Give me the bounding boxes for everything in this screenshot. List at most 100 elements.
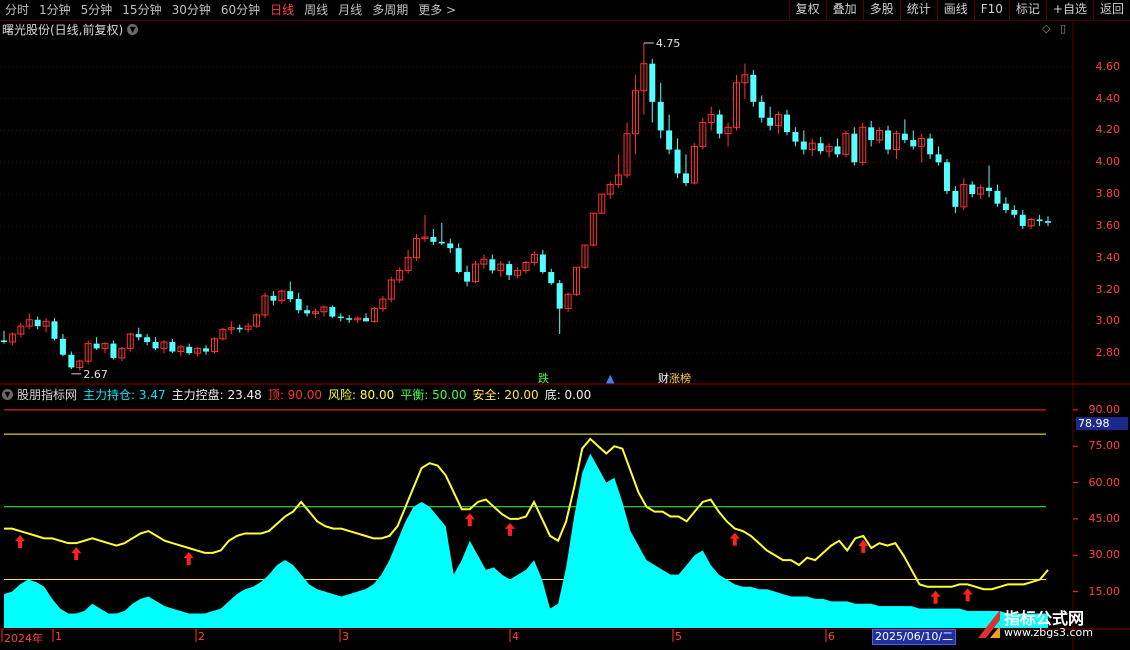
price-tick: 4.60 <box>1095 59 1121 73</box>
candle-body <box>935 154 942 163</box>
candle-body <box>152 342 159 349</box>
signal-up-arrow-icon: ▲ <box>606 372 615 385</box>
watermark: 指标公式网 www.zbgs3.com <box>976 604 1126 646</box>
candle-body <box>506 264 513 276</box>
candle-body <box>110 343 117 358</box>
indicator-tick: 90.00 <box>1088 402 1121 416</box>
low-label: 2.67 <box>83 368 108 381</box>
candle-body <box>236 327 243 330</box>
buy-arrow-icon <box>464 513 475 527</box>
indicator-tick: 75.00 <box>1088 439 1121 453</box>
buy-arrow-icon <box>729 532 740 546</box>
candle-body <box>986 187 993 191</box>
candle-body <box>34 319 41 327</box>
candle-body <box>927 138 934 155</box>
indicator-values: 主力持仓: 3.47 主力控盘: 23.48 顶: 90.00 风险: 80.00 平衡… <box>83 386 597 403</box>
candle-body <box>716 114 723 134</box>
indicator-tick: 45.00 <box>1088 511 1121 525</box>
candle-body <box>144 337 151 343</box>
watermark-url: www.zbgs3.com <box>1004 626 1093 639</box>
indicator-name: 股朋指标网 <box>17 387 78 402</box>
candle-body <box>674 149 681 174</box>
candle-body <box>767 117 774 126</box>
candle-body <box>548 272 555 284</box>
indicator-item-3: 风险: 80.00 <box>328 387 395 402</box>
candle-body <box>1036 219 1043 222</box>
buy-arrow-icon <box>930 590 941 604</box>
indicator-tick: 60.00 <box>1088 475 1121 489</box>
candle-body <box>51 321 58 339</box>
candle-body <box>270 295 277 301</box>
candle-body <box>186 346 193 354</box>
candle-body <box>758 101 765 118</box>
price-tick: 3.00 <box>1095 314 1121 328</box>
buy-arrow-icon <box>962 588 973 602</box>
candle-body <box>784 114 790 133</box>
candle-body <box>287 291 294 300</box>
price-tick: 4.20 <box>1095 123 1121 137</box>
candle-body <box>666 130 673 150</box>
candle-body <box>464 272 471 282</box>
candle-body <box>430 237 437 242</box>
candle-body <box>489 259 496 271</box>
time-tick: 6 <box>828 630 835 643</box>
candle-body <box>1011 210 1018 215</box>
candle-body <box>1 340 7 343</box>
chevron-down-icon[interactable]: ▼ <box>2 388 13 400</box>
candle-body <box>682 173 689 183</box>
candle-body <box>885 130 892 150</box>
candle-body <box>295 299 302 311</box>
candle-body <box>851 133 858 163</box>
candle-body <box>649 63 656 102</box>
indicator-item-5: 安全: 20.00 <box>472 387 539 402</box>
candle-body <box>59 338 66 355</box>
candle-body <box>1019 214 1026 226</box>
candle-body <box>1045 221 1051 223</box>
candle-body <box>952 190 959 207</box>
candle-body <box>994 190 1001 204</box>
time-tick: 2 <box>198 630 205 643</box>
signal-die: 跌 <box>538 372 549 385</box>
candle-body <box>363 318 370 322</box>
signal-zhangbang-label: 涨榜 <box>669 372 691 385</box>
price-tick: 3.40 <box>1095 250 1121 264</box>
candle-body <box>135 334 142 338</box>
time-tick: 5 <box>675 630 682 643</box>
candle-body <box>169 342 176 352</box>
candle-body <box>792 132 799 142</box>
time-tick: 4 <box>512 630 519 643</box>
buy-arrow-icon <box>183 552 194 566</box>
candle-body <box>800 141 807 150</box>
holding-area <box>4 453 1048 628</box>
indicator-tick: 30.00 <box>1088 548 1121 562</box>
candle-body <box>750 74 757 102</box>
indicator-item-4: 平衡: 50.00 <box>400 387 467 402</box>
candle-body <box>817 143 824 152</box>
time-tick: 3 <box>342 630 349 643</box>
candle-body <box>438 241 445 244</box>
price-tick: 3.20 <box>1095 282 1121 296</box>
signal-prefix: 财 <box>658 372 669 385</box>
price-tick: 4.00 <box>1095 155 1121 169</box>
control-line <box>4 437 1049 591</box>
time-tick: 1 <box>55 630 62 643</box>
kline-chart[interactable]: 4.75 2.67 <box>0 0 1130 650</box>
logo-icon <box>978 610 1000 638</box>
candle-body <box>68 354 75 368</box>
candle-body <box>455 248 462 273</box>
buy-arrow-icon <box>15 535 26 549</box>
indicator-legend: ▼ 股朋指标网 主力持仓: 3.47 主力控盘: 23.48 顶: 90.00 风险:… <box>2 386 597 402</box>
price-tick: 4.40 <box>1095 91 1121 105</box>
buy-arrow-icon <box>71 547 82 561</box>
signal-zhangbang: 财涨榜 <box>658 370 691 386</box>
candle-body <box>203 348 210 352</box>
high-label: 4.75 <box>656 37 681 50</box>
candle-body <box>901 133 908 141</box>
candle-body <box>93 343 100 349</box>
candle-body <box>868 127 875 141</box>
buy-arrow-icon <box>504 522 515 536</box>
candle-body <box>657 101 664 131</box>
candle-body <box>969 184 976 195</box>
price-tick: 3.80 <box>1095 187 1121 201</box>
indicator-item-6: 底: 0.00 <box>544 387 592 402</box>
